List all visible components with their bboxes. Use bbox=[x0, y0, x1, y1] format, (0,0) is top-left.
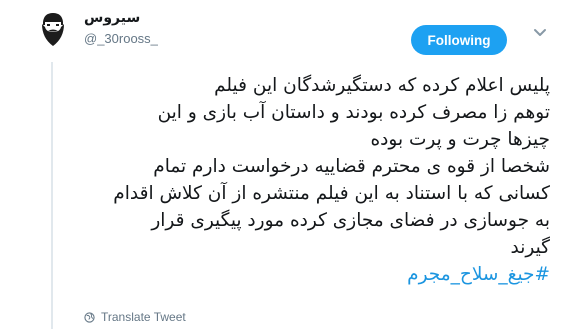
thread-line bbox=[51, 62, 53, 329]
avatar[interactable] bbox=[34, 10, 72, 48]
screen-name[interactable]: @_30rooss_ bbox=[84, 30, 158, 48]
tweet-line: شخصا از قوه ی محترم قضاییه درخواست دارم … bbox=[153, 156, 550, 177]
more-options-button[interactable] bbox=[533, 28, 547, 38]
tweet-line: کسانی که با استناد به این فیلم منتشره از… bbox=[113, 183, 550, 204]
tweet-line: پلیس اعلام کرده که دستگیرشدگان این فیلم bbox=[214, 75, 550, 96]
translate-tweet-link[interactable]: Translate Tweet bbox=[84, 310, 186, 324]
beard-avatar-icon bbox=[42, 13, 64, 46]
hashtag-link[interactable]: #جیغ_سلاح_مجرم bbox=[120, 261, 550, 288]
tweet-text: پلیس اعلام کرده که دستگیرشدگان این فیلم … bbox=[113, 72, 550, 288]
tweet-line: به جوسازی در فضای مجازی کرده مورد پیگیری… bbox=[151, 210, 550, 231]
translate-label[interactable]: Translate Tweet bbox=[101, 310, 186, 324]
tweet-line: چیزها چرت و پرت بوده bbox=[370, 129, 550, 150]
tweet-card: سیروس @_30rooss_ Following پلیس اعلام کر… bbox=[0, 0, 561, 329]
author-block[interactable]: سیروس @_30rooss_ bbox=[84, 8, 158, 48]
display-name[interactable]: سیروس bbox=[84, 8, 158, 28]
tweet-line: توهم زا مصرف کرده بودند و داستان آب بازی… bbox=[157, 102, 550, 123]
chevron-down-icon bbox=[534, 29, 546, 36]
globe-icon bbox=[84, 311, 95, 323]
tweet-line: گیرند bbox=[510, 237, 550, 258]
following-button[interactable]: Following bbox=[411, 25, 507, 55]
